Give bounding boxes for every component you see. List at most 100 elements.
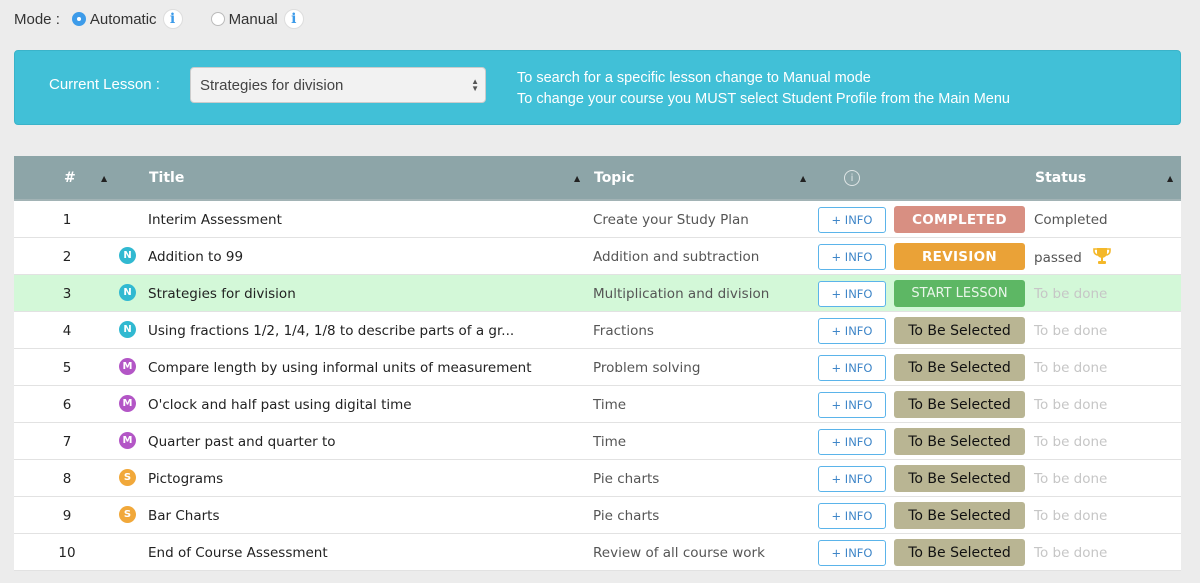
info-button[interactable]: + INFO [818,540,886,566]
manual-label: Manual [228,10,278,28]
strand-badge: N [119,321,136,338]
info-icon[interactable]: i [162,9,183,29]
lesson-number: 1 [62,212,72,228]
lesson-topic: Problem solving [593,360,701,376]
lesson-number: 10 [58,545,76,561]
info-button[interactable]: + INFO [818,503,886,529]
status-text: To be done [1034,508,1108,524]
lesson-status: Completed [1034,212,1108,228]
status-text: To be done [1034,360,1108,376]
column-header-num[interactable]: # [64,170,76,186]
lesson-status: passed [1034,248,1112,266]
lesson-number: 3 [62,286,72,302]
select-lesson-button[interactable]: To Be Selected [894,428,1025,455]
lesson-title[interactable]: Quarter past and quarter to [148,434,336,450]
start-lesson-button[interactable]: START LESSON [894,280,1025,307]
lesson-number: 5 [62,360,72,376]
lesson-topic: Fractions [593,323,654,339]
lesson-number: 4 [62,323,72,339]
current-lesson-label: Current Lesson : [49,76,160,93]
current-lesson-select[interactable]: Strategies for division ▲ ▼ [190,67,486,103]
lesson-status: To be done [1034,323,1107,339]
revision-lesson-button[interactable]: REVISION [894,243,1025,270]
table-row: 5 M Compare length by using informal uni… [14,349,1181,386]
lesson-topic: Review of all course work [593,545,765,561]
lesson-title[interactable]: Interim Assessment [148,212,282,228]
manual-radio[interactable] [210,12,225,26]
table-row: 7 M Quarter past and quarter to Time + I… [14,423,1181,460]
sort-up-icon[interactable]: ▲ [574,174,580,183]
select-lesson-button[interactable]: To Be Selected [894,391,1025,418]
lesson-topic: Pie charts [593,471,660,487]
status-text: To be done [1034,397,1108,413]
strand-badge: S [119,469,136,486]
table-row: 1 Interim Assessment Create your Study P… [14,201,1181,238]
table-row: 9 S Bar Charts Pie charts + INFO To Be S… [14,497,1181,534]
select-lesson-button[interactable]: To Be Selected [894,465,1025,492]
lesson-status: To be done [1034,471,1107,487]
column-header-topic[interactable]: Topic [594,170,634,186]
automatic-radio[interactable] [71,12,86,26]
lesson-status: To be done [1034,434,1107,450]
completed-lesson-button[interactable]: COMPLETED [894,206,1025,233]
automatic-label: Automatic [89,10,157,28]
info-button[interactable]: + INFO [818,429,886,455]
status-text: To be done [1034,323,1108,339]
table-row-current: 3 N Strategies for division Multiplicati… [14,275,1181,312]
status-text: To be done [1034,434,1108,450]
lesson-number: 9 [62,508,72,524]
strand-badge: N [119,284,136,301]
lesson-title[interactable]: Using fractions 1/2, 1/4, 1/8 to describ… [148,323,514,339]
lesson-status: To be done [1034,360,1107,376]
select-arrows-icon: ▲ ▼ [471,77,479,93]
sort-up-icon[interactable]: ▲ [800,174,806,183]
lesson-title[interactable]: Compare length by using informal units o… [148,360,532,376]
lesson-title[interactable]: End of Course Assessment [148,545,328,561]
select-lesson-button[interactable]: To Be Selected [894,354,1025,381]
lesson-topic: Pie charts [593,508,660,524]
info-button[interactable]: + INFO [818,466,886,492]
select-lesson-button[interactable]: To Be Selected [894,539,1025,566]
status-text: To be done [1034,471,1108,487]
lesson-number: 8 [62,471,72,487]
table-header: # ▲ Title ▲ Topic ▲ i Status ▲ [14,156,1181,201]
status-text: passed [1034,249,1082,266]
mode-manual-option[interactable]: Manual i [210,9,304,29]
column-header-status[interactable]: Status [1035,170,1086,186]
lesson-title[interactable]: O'clock and half past using digital time [148,397,412,413]
status-text: To be done [1034,286,1108,302]
info-button[interactable]: + INFO [818,355,886,381]
lesson-number: 6 [62,397,72,413]
lesson-number: 2 [62,249,72,265]
table-row: 4 N Using fractions 1/2, 1/4, 1/8 to des… [14,312,1181,349]
mode-automatic-option[interactable]: Automatic i [71,9,183,29]
info-button[interactable]: + INFO [818,244,886,270]
sort-up-icon[interactable]: ▲ [101,174,107,183]
mode-label: Mode : [14,10,60,28]
lesson-title[interactable]: Bar Charts [148,508,220,524]
select-lesson-button[interactable]: To Be Selected [894,317,1025,344]
info-button[interactable]: + INFO [818,281,886,307]
info-button[interactable]: + INFO [818,318,886,344]
strand-badge: M [119,395,136,412]
info-icon[interactable]: i [283,9,304,29]
lesson-title[interactable]: Strategies for division [148,286,296,302]
sort-up-icon[interactable]: ▲ [1167,174,1173,183]
current-lesson-panel: Current Lesson : Strategies for division… [14,50,1181,125]
info-button[interactable]: + INFO [818,392,886,418]
lesson-topic: Time [593,434,627,450]
lesson-title[interactable]: Pictograms [148,471,223,487]
table-row: 2 N Addition to 99 Addition and subtract… [14,238,1181,275]
select-lesson-button[interactable]: To Be Selected [894,502,1025,529]
lesson-status: To be done [1034,397,1107,413]
lesson-status: To be done [1034,508,1107,524]
info-button[interactable]: + INFO [818,207,886,233]
status-text: To be done [1034,545,1108,561]
lesson-title[interactable]: Addition to 99 [148,249,243,265]
column-header-title[interactable]: Title [149,170,184,186]
mode-bar: Mode : Automatic i Manual i [14,8,332,30]
lesson-topic: Create your Study Plan [593,212,749,228]
table-row: 6 M O'clock and half past using digital … [14,386,1181,423]
strand-badge: M [119,358,136,375]
strand-badge: N [119,247,136,264]
